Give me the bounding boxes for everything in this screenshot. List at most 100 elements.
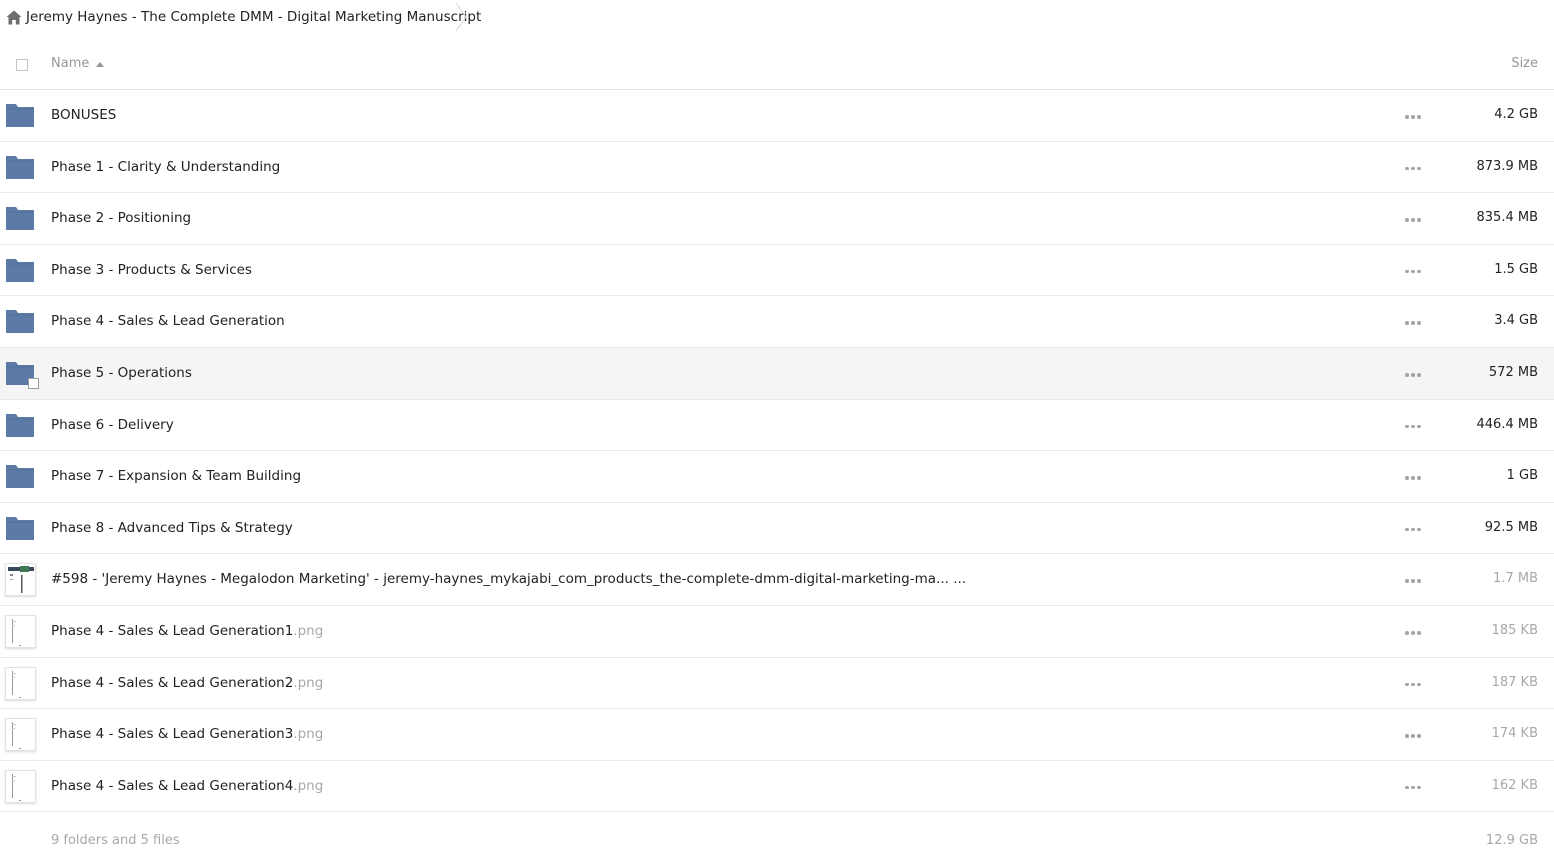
folder-icon — [6, 207, 34, 231]
more-options-icon[interactable] — [1405, 115, 1423, 119]
more-options-icon[interactable] — [1405, 630, 1423, 635]
size-column-header[interactable]: Size — [1511, 56, 1538, 71]
item-name-text: Phase 2 - Positioning — [51, 210, 192, 227]
image-thumbnail-icon — [5, 563, 36, 597]
folder-name[interactable]: BONUSES — [51, 107, 116, 123]
file-extension: .png — [293, 674, 324, 691]
item-size: 174 KB — [1491, 726, 1538, 742]
file-list-header: Name Size — [0, 40, 1554, 90]
more-options-icon[interactable] — [1405, 579, 1423, 583]
item-name-text: Phase 3 - Products & Services — [51, 261, 252, 278]
row-select-checkbox[interactable] — [28, 377, 39, 389]
item-name-text: #598 - 'Jeremy Haynes - Megalodon Market… — [51, 571, 967, 588]
folder-name[interactable]: Phase 5 - Operations — [51, 365, 192, 381]
image-thumbnail-icon — [5, 614, 36, 648]
sort-ascending-icon[interactable] — [96, 62, 104, 67]
folder-icon — [6, 516, 34, 540]
file-name[interactable]: #598 - 'Jeremy Haynes - Megalodon Market… — [51, 571, 966, 587]
item-name-text: Phase 4 - Sales & Lead Generation3 — [51, 726, 294, 743]
more-options-icon[interactable] — [1405, 424, 1423, 429]
more-options-icon[interactable] — [1405, 682, 1423, 687]
item-size: 3.4 GB — [1494, 313, 1538, 329]
file-row[interactable]: #598 - 'Jeremy Haynes - Megalodon Market… — [0, 554, 1554, 606]
more-options-icon[interactable] — [1405, 372, 1423, 377]
folder-icon — [6, 258, 34, 282]
total-size: 12.9 GB — [1485, 833, 1538, 848]
item-count: 9 folders and 5 files — [51, 833, 180, 848]
item-size: 873.9 MB — [1476, 158, 1538, 174]
folder-name[interactable]: Phase 4 - Sales & Lead Generation — [51, 313, 285, 329]
item-size: 4.2 GB — [1494, 107, 1538, 122]
file-list: BONUSES 4.2 GB Phase 1 - Clarity & Underst… — [0, 90, 1554, 813]
folder-row[interactable]: Phase 7 - Expansion & Team Building 1 GB — [0, 451, 1554, 503]
item-size: 572 MB — [1488, 364, 1538, 380]
folder-name[interactable]: Phase 2 - Positioning — [51, 210, 191, 226]
item-name-text: Phase 6 - Delivery — [51, 416, 174, 433]
more-options-icon[interactable] — [1405, 785, 1423, 790]
item-name-text: Phase 8 - Advanced Tips & Strategy — [51, 519, 293, 536]
folder-icon — [6, 310, 34, 334]
folder-row[interactable]: Phase 1 - Clarity & Understanding 873.9 M… — [0, 142, 1554, 194]
file-list-summary: 9 folders and 5 files 12.9 GB — [0, 825, 1554, 857]
file-name[interactable]: Phase 4 - Sales & Lead Generation3.png — [51, 726, 323, 742]
folder-name[interactable]: Phase 8 - Advanced Tips & Strategy — [51, 520, 293, 536]
item-name-text: Phase 7 - Expansion & Team Building — [51, 468, 302, 485]
item-name-text: Phase 1 - Clarity & Understanding — [51, 158, 281, 175]
more-options-icon[interactable] — [1405, 166, 1423, 171]
file-row[interactable]: Phase 4 - Sales & Lead Generation1.png 18… — [0, 606, 1554, 658]
file-extension: .png — [293, 726, 324, 743]
folder-name[interactable]: Phase 7 - Expansion & Team Building — [51, 468, 301, 484]
file-row[interactable]: Phase 4 - Sales & Lead Generation2.png 18… — [0, 658, 1554, 710]
file-name[interactable]: Phase 4 - Sales & Lead Generation2.png — [51, 675, 323, 691]
file-extension: .png — [293, 622, 324, 639]
item-name-text: Phase 5 - Operations — [51, 364, 192, 381]
folder-row[interactable]: Phase 2 - Positioning 835.4 MB — [0, 193, 1554, 245]
folder-name[interactable]: Phase 3 - Products & Services — [51, 262, 252, 278]
item-size: 162 KB — [1491, 777, 1538, 793]
breadcrumb-current-folder[interactable]: Jeremy Haynes - The Complete DMM - Digit… — [26, 9, 481, 25]
folder-icon — [6, 413, 34, 437]
more-options-icon[interactable] — [1405, 269, 1423, 274]
folder-row[interactable]: Phase 8 - Advanced Tips & Strategy 92.5 M… — [0, 503, 1554, 555]
more-options-icon[interactable] — [1405, 476, 1423, 480]
file-row[interactable]: Phase 4 - Sales & Lead Generation3.png 17… — [0, 709, 1554, 761]
folder-row[interactable]: Phase 5 - Operations 572 MB — [0, 347, 1554, 400]
more-options-icon[interactable] — [1405, 527, 1423, 532]
file-row[interactable]: Phase 4 - Sales & Lead Generation4.png 16… — [0, 761, 1554, 813]
name-column-header[interactable]: Name — [51, 56, 89, 71]
folder-row[interactable]: Phase 3 - Products & Services 1.5 GB — [0, 245, 1554, 297]
item-name-text: Phase 4 - Sales & Lead Generation2 — [51, 674, 294, 691]
item-size: 187 KB — [1491, 674, 1538, 690]
item-name-text: Phase 4 - Sales & Lead Generation1 — [51, 622, 294, 639]
item-size: 1.5 GB — [1494, 261, 1538, 277]
item-name-text: Phase 4 - Sales & Lead Generation — [51, 313, 285, 330]
folder-row[interactable]: Phase 6 - Delivery 446.4 MB — [0, 400, 1554, 452]
image-thumbnail-icon — [5, 718, 36, 752]
file-name[interactable]: Phase 4 - Sales & Lead Generation4.png — [51, 778, 323, 794]
image-thumbnail-icon — [5, 666, 36, 700]
select-all-checkbox[interactable] — [16, 59, 28, 71]
folder-row[interactable]: Phase 4 - Sales & Lead Generation 3.4 GB — [0, 296, 1554, 348]
file-extension: .png — [293, 777, 324, 794]
item-name-text: Phase 4 - Sales & Lead Generation4 — [51, 777, 294, 794]
more-options-icon[interactable] — [1405, 321, 1423, 325]
item-size: 1.7 MB — [1493, 571, 1538, 587]
file-name[interactable]: Phase 4 - Sales & Lead Generation1.png — [51, 623, 323, 639]
folder-name[interactable]: Phase 1 - Clarity & Understanding — [51, 159, 280, 175]
more-options-icon[interactable] — [1405, 218, 1423, 222]
item-name-text: BONUSES — [51, 107, 117, 123]
folder-row[interactable]: BONUSES 4.2 GB — [0, 90, 1554, 142]
item-size: 446.4 MB — [1476, 416, 1538, 432]
item-size: 92.5 MB — [1484, 519, 1538, 535]
item-size: 835.4 MB — [1476, 210, 1538, 226]
home-icon[interactable] — [6, 10, 22, 25]
breadcrumb-separator-icon — [455, 2, 467, 32]
item-size: 185 KB — [1491, 622, 1538, 638]
folder-name[interactable]: Phase 6 - Delivery — [51, 417, 174, 433]
more-options-icon[interactable] — [1405, 734, 1423, 738]
item-size: 1 GB — [1506, 468, 1538, 484]
folder-icon — [6, 155, 34, 179]
image-thumbnail-icon — [5, 769, 36, 803]
folder-icon — [6, 104, 34, 127]
folder-icon — [6, 465, 34, 489]
